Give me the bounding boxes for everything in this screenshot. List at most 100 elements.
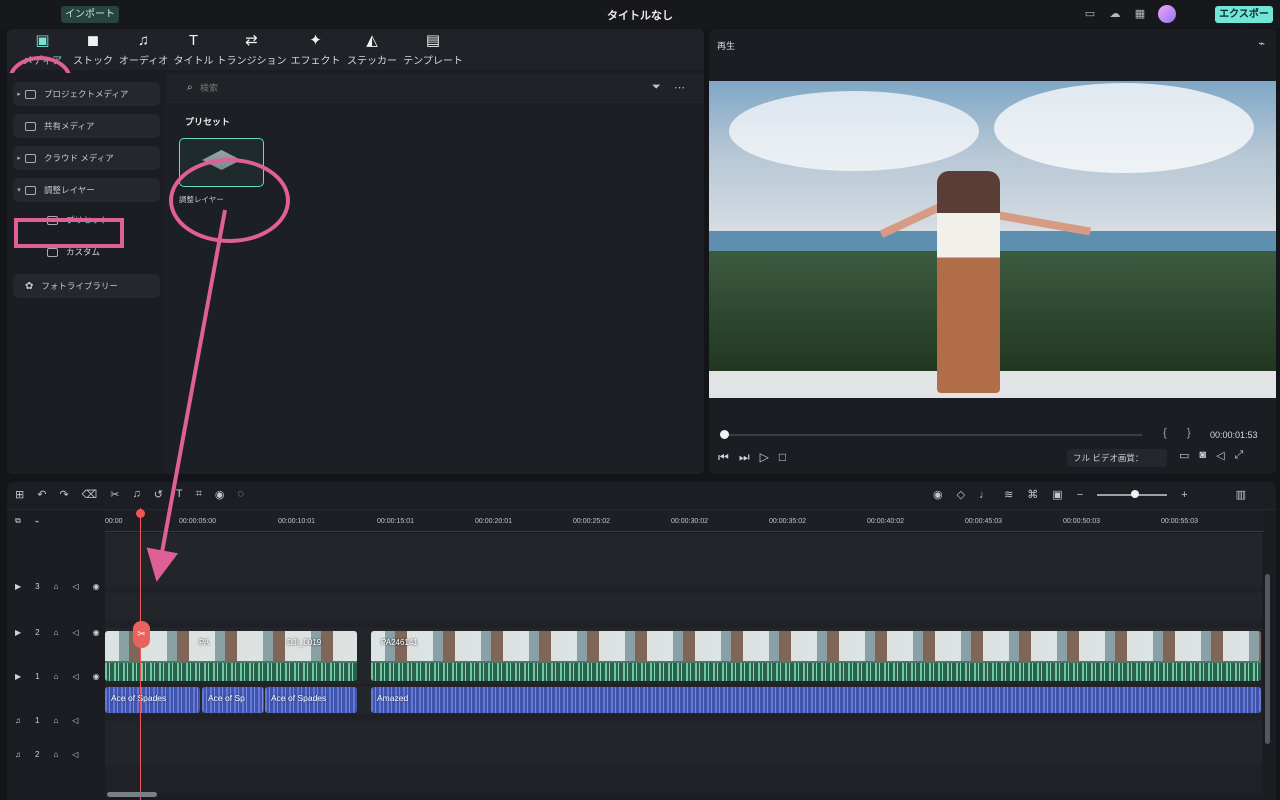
video-track-2[interactable] xyxy=(105,593,1262,620)
audio-clip[interactable]: Ace of Spades xyxy=(265,687,357,713)
sidebar-item-photo-library[interactable]: ✿ フォトライブラリー xyxy=(13,274,160,298)
volume-icon[interactable]: ◁ xyxy=(1216,449,1224,462)
import-button[interactable]: インポート xyxy=(61,6,119,23)
monitor-icon[interactable]: ▭ xyxy=(1083,7,1097,21)
tab-title[interactable]: T タイトル xyxy=(172,29,215,70)
mute-icon[interactable]: ◁ xyxy=(72,582,78,591)
horizontal-scrollbar[interactable] xyxy=(107,792,157,797)
export-button[interactable]: エクスポート xyxy=(1215,6,1273,37)
video-track-3[interactable] xyxy=(105,533,1262,587)
scissors-icon[interactable]: ✂ xyxy=(133,621,150,648)
filter-icon[interactable]: ⏷ xyxy=(652,81,661,94)
annotation-box-adjustment-layer xyxy=(14,218,124,248)
grid-icon[interactable]: ▦ xyxy=(1133,7,1147,21)
speed-icon[interactable]: ◌ xyxy=(237,488,244,501)
preview-progress-knob[interactable] xyxy=(720,430,729,439)
play-icon[interactable]: ▷ xyxy=(760,450,769,465)
add-track-icon[interactable]: ⧉ xyxy=(15,516,21,526)
mark-out-icon[interactable]: } xyxy=(1187,427,1191,439)
video-track-1[interactable]: PA DJI_0019 PA246141 xyxy=(105,628,1262,684)
audio-label: Amazed xyxy=(377,693,409,703)
media-content: ⌕ ⏷ ⋯ プリセット 調整レイヤー xyxy=(166,73,704,474)
microphone-icon[interactable]: ♩ xyxy=(979,489,990,501)
stock-icon: ◼ xyxy=(86,31,100,49)
search-input[interactable] xyxy=(200,80,400,96)
playhead-line[interactable] xyxy=(140,508,141,800)
delete-icon[interactable]: ⌫ xyxy=(82,488,98,501)
sidebar-item-shared-media[interactable]: 共有メディア xyxy=(13,114,160,138)
vertical-scrollbar[interactable] xyxy=(1265,574,1270,744)
render-icon[interactable]: ◉ xyxy=(933,488,943,501)
audio-clip[interactable]: Ace of Sp xyxy=(202,687,264,713)
track-controls: ⧉ ⌁ ▶ 3 ⌂ ◁ ◉ ▶ 2 ⌂ ◁ ◉ ▶ 1 ⌂ ◁ ◉ ♫ 1 ⌂ ◁ ♫ 2 ⌂ ◁ xyxy=(7,512,105,800)
undo-icon[interactable]: ↶ xyxy=(37,488,46,501)
crop-icon[interactable]: ⌗ xyxy=(196,488,202,501)
caption-icon[interactable]: ▣ xyxy=(1052,488,1062,501)
preview-progress-track[interactable] xyxy=(725,434,1142,436)
tab-transition[interactable]: ⇄ トランジション xyxy=(215,29,288,70)
eye-icon[interactable]: ◉ xyxy=(93,628,100,637)
cloud-upload-icon[interactable]: ☁ xyxy=(1108,7,1122,21)
eye-icon[interactable]: ◉ xyxy=(93,672,100,681)
quality-select[interactable]: フル ビデオ画質： xyxy=(1067,449,1167,467)
next-frame-icon[interactable]: ⏭ xyxy=(739,450,750,465)
sidebar-item-adjustment-layer[interactable]: ▾ 調整レイヤー xyxy=(13,178,160,202)
mute-icon[interactable]: ◁ xyxy=(72,628,78,637)
audio-track-1[interactable]: Ace of Spades Ace of Sp Ace of Spades Am… xyxy=(105,686,1262,714)
mute-icon[interactable]: ◁ xyxy=(72,716,78,725)
rotate-icon[interactable]: ↺ xyxy=(154,488,163,501)
lock-icon[interactable]: ⌂ xyxy=(54,582,59,591)
zoom-slider[interactable] xyxy=(1097,489,1168,498)
zoom-in-icon[interactable]: + xyxy=(1181,489,1187,501)
annotation-circle-card xyxy=(169,158,290,243)
mute-icon[interactable]: ◁ xyxy=(72,750,78,759)
snap-icon[interactable]: ⌘ xyxy=(1027,488,1038,501)
fullscreen-icon[interactable]: ⤢ xyxy=(1235,449,1244,462)
tab-template[interactable]: ▤ テンプレート xyxy=(401,29,465,70)
playhead-handle[interactable] xyxy=(136,509,145,518)
link-icon[interactable]: ⌁ xyxy=(35,517,40,526)
mute-icon[interactable]: ◁ xyxy=(72,672,78,681)
tab-audio[interactable]: ♫ オーディオ xyxy=(115,29,172,70)
audio-clip[interactable]: Amazed xyxy=(371,687,1261,713)
lock-icon[interactable]: ⌂ xyxy=(54,628,59,637)
zoom-out-icon[interactable]: − xyxy=(1077,489,1083,501)
audio-clip[interactable]: Ace of Spades xyxy=(105,687,200,713)
lock-icon[interactable]: ⌂ xyxy=(53,750,58,759)
eye-icon[interactable]: ◉ xyxy=(93,582,100,591)
split-icon[interactable]: ✂ xyxy=(110,488,119,501)
text-tool-icon[interactable]: T xyxy=(176,488,183,501)
track-layout-icon[interactable]: ▥ xyxy=(1236,488,1246,501)
sidebar-item-project-media[interactable]: ▸ プロジェクトメディア xyxy=(13,82,160,106)
caret-right-icon: ▸ xyxy=(17,91,21,98)
more-icon[interactable]: ⋯ xyxy=(674,81,685,94)
previous-frame-icon[interactable]: ⏮ xyxy=(718,450,729,465)
tab-sticker[interactable]: ◭ ステッカー xyxy=(343,29,401,70)
shield-icon[interactable]: ◇ xyxy=(957,488,965,501)
redo-icon[interactable]: ↷ xyxy=(59,488,68,501)
track-area[interactable]: PA DJI_0019 PA246141 Ace of Spades Ace o… xyxy=(105,533,1262,795)
waveform-settings-icon[interactable]: ⌁ xyxy=(1258,37,1265,50)
tick-label: 00:00:45:03 xyxy=(965,518,1002,525)
color-icon[interactable]: ◉ xyxy=(215,488,225,501)
time-ruler[interactable]: 00:00 00:00:05:00 00:00:10:01 00:00:15:0… xyxy=(105,510,1264,532)
audio-track-2[interactable] xyxy=(105,721,1262,765)
tick-label: 00:00:15:01 xyxy=(377,518,414,525)
layout-icon[interactable]: ⊞ xyxy=(15,488,24,501)
audio-edit-icon[interactable]: ♫ xyxy=(132,488,140,501)
sidebar-item-cloud-media[interactable]: ▸ クラウド メディア xyxy=(13,146,160,170)
library-tabs: ▣ メディア ◼ ストック ♫ オーディオ T タイトル ⇄ トランジション ✦ エフェクト… xyxy=(7,29,704,70)
lock-icon[interactable]: ⌂ xyxy=(54,672,59,681)
tab-effect[interactable]: ✦ エフェクト xyxy=(288,29,343,70)
video-clip[interactable]: PA246141 xyxy=(371,631,1261,681)
mark-in-icon[interactable]: { xyxy=(1163,427,1167,439)
media-panel: ▣ メディア ◼ ストック ♫ オーディオ T タイトル ⇄ トランジション ✦ エフェクト… xyxy=(7,29,704,474)
zoom-knob[interactable] xyxy=(1131,489,1140,498)
audio-list-icon[interactable]: ≋ xyxy=(1004,488,1013,501)
lock-icon[interactable]: ⌂ xyxy=(53,716,58,725)
stop-icon[interactable]: □ xyxy=(779,450,786,465)
camera-icon[interactable]: ◙ xyxy=(1199,449,1206,462)
tab-stock[interactable]: ◼ ストック xyxy=(71,29,115,70)
avatar[interactable] xyxy=(1158,5,1176,23)
display-icon[interactable]: ▭ xyxy=(1179,449,1189,462)
